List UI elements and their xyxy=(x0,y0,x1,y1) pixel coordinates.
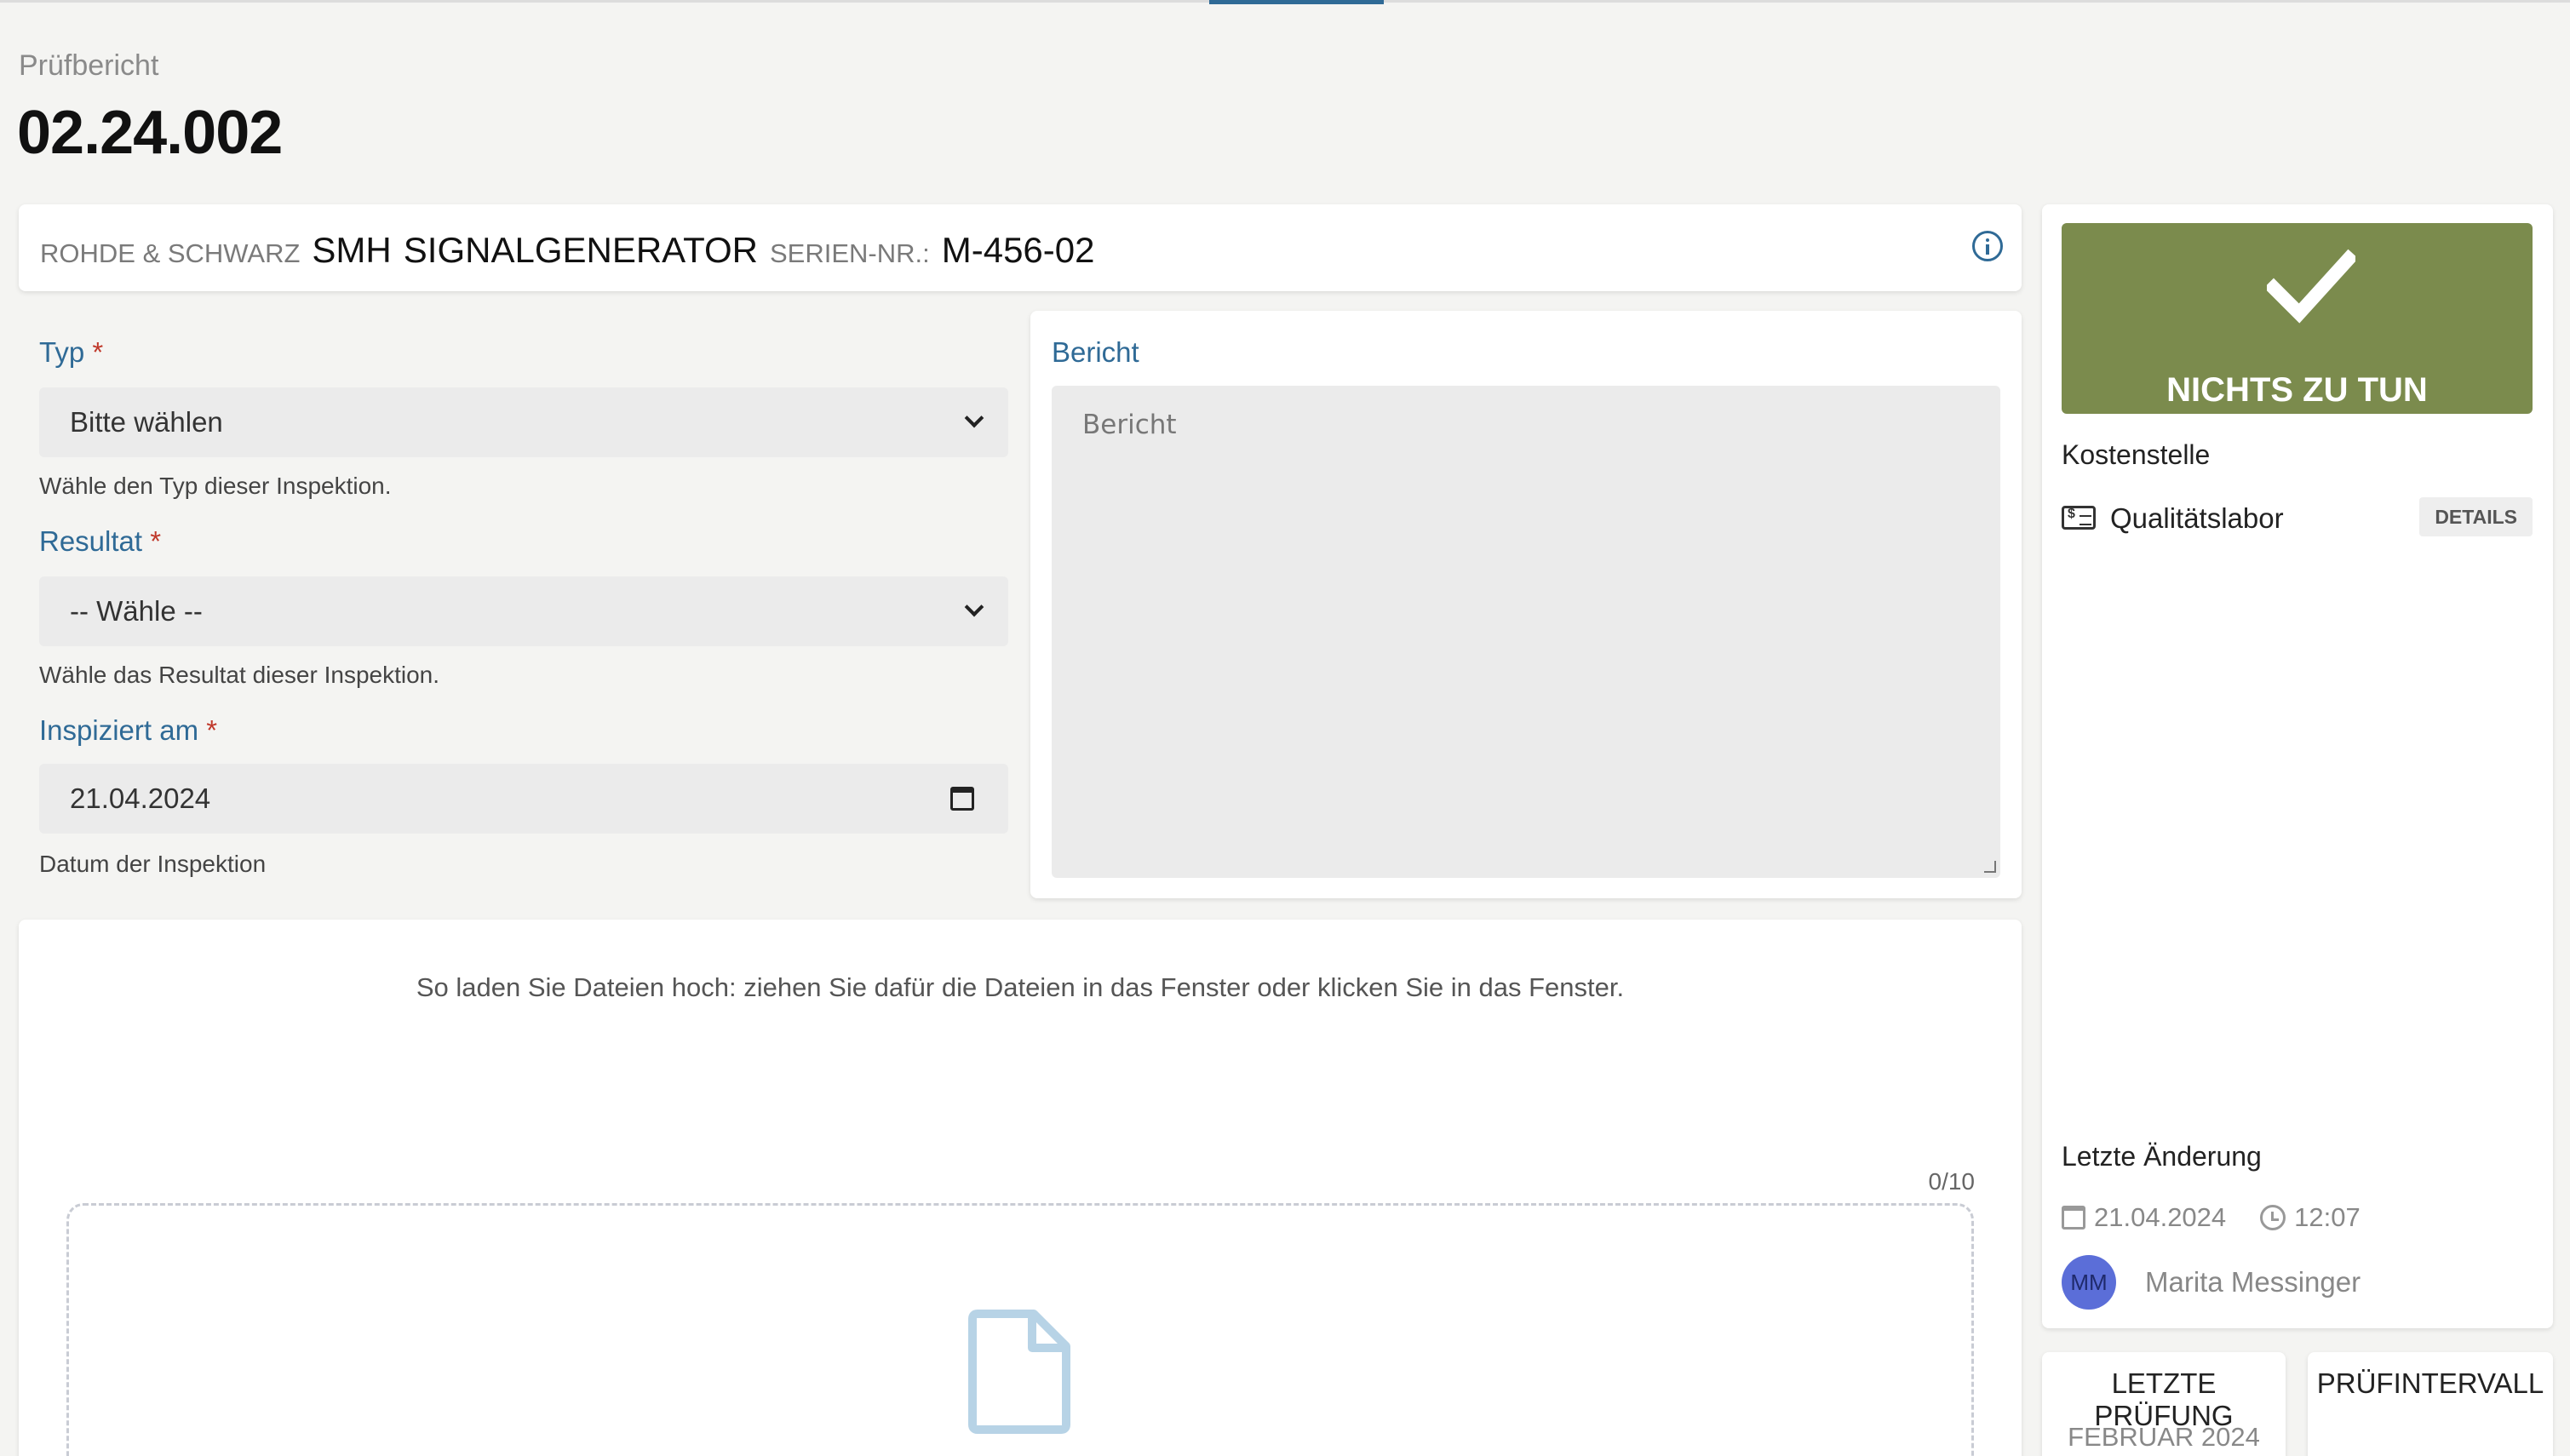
status-sidebar-card: NICHTS ZU TUN Kostenstelle Qualitätslabo… xyxy=(2042,204,2553,1328)
cost-center-row: Qualitätslabor DETAILS xyxy=(2062,497,2533,538)
device-header-card: ROHDE & SCHWARZ SMH SIGNALGENERATOR SERI… xyxy=(19,204,2022,291)
page-title: 02.24.002 xyxy=(17,99,283,167)
calendar-icon xyxy=(2062,1206,2085,1230)
required-marker: * xyxy=(92,336,104,368)
last-change-date: 21.04.2024 xyxy=(2094,1202,2227,1232)
inspection-interval-label: PRÜFINTERVALL xyxy=(2316,1367,2544,1399)
result-select[interactable]: -- Wähle -- xyxy=(39,576,1008,646)
report-card: Bericht xyxy=(1030,311,2022,898)
report-label: Bericht xyxy=(1052,336,1139,368)
check-icon xyxy=(2267,249,2355,324)
report-textarea[interactable] xyxy=(1052,386,2000,878)
upload-instructions: So laden Sie Dateien hoch: ziehen Sie da… xyxy=(416,972,1625,1002)
device-name: SIGNALGENERATOR xyxy=(403,230,758,270)
type-select-value: Bitte wählen xyxy=(70,406,223,438)
type-help-text: Wähle den Typ dieser Inspektion. xyxy=(39,473,392,499)
status-text: NICHTS ZU TUN xyxy=(2166,371,2428,409)
last-change-user: MM Marita Messinger xyxy=(2062,1255,2361,1310)
user-name: Marita Messinger xyxy=(2145,1266,2361,1298)
serial-number: M-456-02 xyxy=(941,230,1095,270)
cost-center-name: Qualitätslabor xyxy=(2110,502,2284,534)
chevron-down-icon xyxy=(964,597,984,617)
inspected-on-help-text: Datum der Inspektion xyxy=(39,851,267,877)
calendar-icon[interactable] xyxy=(950,787,974,811)
required-marker: * xyxy=(150,525,162,557)
last-change-time: 12:07 xyxy=(2294,1202,2361,1232)
chevron-down-icon xyxy=(964,408,984,428)
last-change-label: Letzte Änderung xyxy=(2062,1141,2262,1172)
page-subtitle: Prüfbericht xyxy=(19,49,159,82)
result-label: Resultat * xyxy=(39,525,161,558)
file-upload-card: So laden Sie Dateien hoch: ziehen Sie da… xyxy=(19,920,2022,1456)
file-icon xyxy=(968,1310,1070,1434)
active-tab-indicator xyxy=(1209,0,1384,4)
cost-center-icon xyxy=(2062,506,2096,530)
device-line: ROHDE & SCHWARZ SMH SIGNALGENERATOR SERI… xyxy=(40,230,1095,271)
inspected-on-label-text: Inspiziert am xyxy=(39,714,199,746)
avatar: MM xyxy=(2062,1255,2116,1310)
inspected-on-date-value: 21.04.2024 xyxy=(70,782,211,814)
serial-number-label: SERIEN-NR.: xyxy=(769,238,930,268)
cost-center-details-button[interactable]: DETAILS xyxy=(2419,497,2533,536)
clock-icon xyxy=(2260,1205,2286,1230)
result-help-text: Wähle das Resultat dieser Inspektion. xyxy=(39,662,440,688)
type-label: Typ * xyxy=(39,336,103,369)
result-label-text: Resultat xyxy=(39,525,143,557)
resize-handle-icon[interactable] xyxy=(1984,861,1996,873)
status-banner: NICHTS ZU TUN xyxy=(2062,223,2533,414)
device-model: SMH xyxy=(312,230,392,270)
last-change-row: 21.04.2024 12:07 xyxy=(2062,1202,2361,1233)
upload-file-count: 0/10 xyxy=(1928,1168,1976,1195)
type-label-text: Typ xyxy=(39,336,85,368)
cost-center-label: Kostenstelle xyxy=(2062,439,2211,470)
inspected-on-date-input[interactable]: 21.04.2024 xyxy=(39,764,1008,834)
last-inspection-value: FEBRUAR 2024 xyxy=(2068,1422,2260,1452)
inspected-on-label: Inspiziert am * xyxy=(39,714,217,747)
inspection-interval-card: PRÜFINTERVALL xyxy=(2308,1352,2553,1456)
result-select-value: -- Wähle -- xyxy=(70,595,203,627)
info-icon[interactable] xyxy=(1972,231,2003,261)
type-select[interactable]: Bitte wählen xyxy=(39,387,1008,457)
device-manufacturer: ROHDE & SCHWARZ xyxy=(40,238,301,268)
required-marker: * xyxy=(206,714,218,746)
last-inspection-card: LETZTE PRÜFUNG FEBRUAR 2024 xyxy=(2042,1352,2286,1456)
